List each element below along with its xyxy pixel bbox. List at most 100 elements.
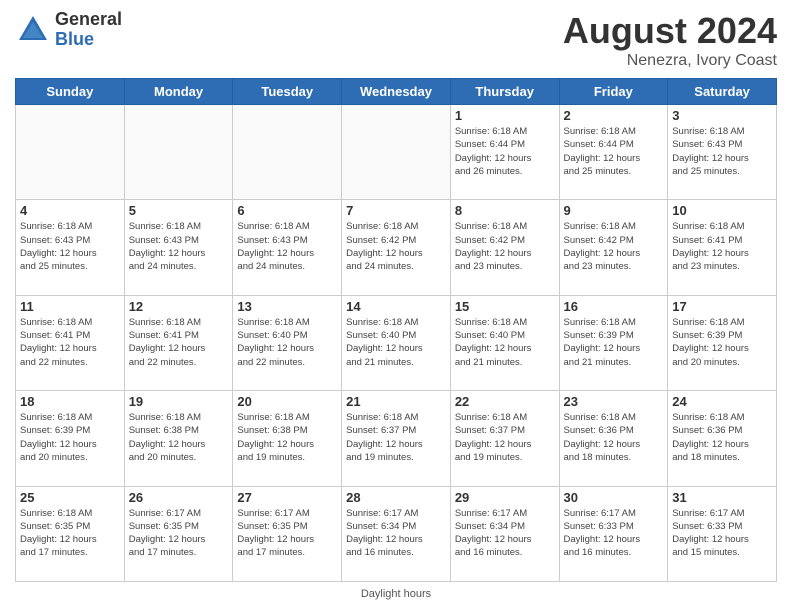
day-info: Sunrise: 6:18 AM Sunset: 6:40 PM Dayligh… [237, 316, 337, 369]
day-info: Sunrise: 6:18 AM Sunset: 6:36 PM Dayligh… [672, 411, 772, 464]
calendar-week-1: 1 Sunrise: 6:18 AM Sunset: 6:44 PM Daylig… [16, 105, 777, 200]
calendar-cell: 15 Sunrise: 6:18 AM Sunset: 6:40 PM Dayli… [450, 295, 559, 390]
day-info: Sunrise: 6:18 AM Sunset: 6:38 PM Dayligh… [129, 411, 229, 464]
calendar-cell: 21 Sunrise: 6:18 AM Sunset: 6:37 PM Dayli… [342, 391, 451, 486]
col-monday: Monday [124, 79, 233, 105]
calendar-cell: 18 Sunrise: 6:18 AM Sunset: 6:39 PM Dayli… [16, 391, 125, 486]
logo-blue-text: Blue [55, 30, 122, 50]
day-number: 30 [564, 490, 664, 505]
calendar-week-2: 4 Sunrise: 6:18 AM Sunset: 6:43 PM Daylig… [16, 200, 777, 295]
day-number: 26 [129, 490, 229, 505]
day-info: Sunrise: 6:18 AM Sunset: 6:44 PM Dayligh… [564, 125, 664, 178]
page: General Blue August 2024 Nenezra, Ivory … [0, 0, 792, 612]
calendar-cell: 31Sunrise: 6:17 AM Sunset: 6:33 PM Dayli… [668, 486, 777, 581]
calendar-cell: 25 Sunrise: 6:18 AM Sunset: 6:35 PM Dayli… [16, 486, 125, 581]
day-number: 17 [672, 299, 772, 314]
calendar-cell: 2 Sunrise: 6:18 AM Sunset: 6:44 PM Daylig… [559, 105, 668, 200]
header: General Blue August 2024 Nenezra, Ivory … [15, 10, 777, 70]
calendar-cell: 11 Sunrise: 6:18 AM Sunset: 6:41 PM Dayli… [16, 295, 125, 390]
day-info: Sunrise: 6:18 AM Sunset: 6:43 PM Dayligh… [129, 220, 229, 273]
day-info: Sunrise: 6:18 AM Sunset: 6:36 PM Dayligh… [564, 411, 664, 464]
day-info: Sunrise: 6:17 AM Sunset: 6:35 PM Dayligh… [237, 507, 337, 560]
title-month-year: August 2024 [563, 10, 777, 52]
day-info: Sunrise: 6:18 AM Sunset: 6:37 PM Dayligh… [455, 411, 555, 464]
day-number: 23 [564, 394, 664, 409]
day-number: 22 [455, 394, 555, 409]
day-info: Sunrise: 6:18 AM Sunset: 6:42 PM Dayligh… [455, 220, 555, 273]
day-number: 6 [237, 203, 337, 218]
calendar-cell [124, 105, 233, 200]
calendar-cell: 30Sunrise: 6:17 AM Sunset: 6:33 PM Dayli… [559, 486, 668, 581]
day-number: 15 [455, 299, 555, 314]
calendar-cell: 24 Sunrise: 6:18 AM Sunset: 6:36 PM Dayli… [668, 391, 777, 486]
calendar-cell: 28Sunrise: 6:17 AM Sunset: 6:34 PM Dayli… [342, 486, 451, 581]
title-block: August 2024 Nenezra, Ivory Coast [563, 10, 777, 70]
day-info: Sunrise: 6:18 AM Sunset: 6:42 PM Dayligh… [564, 220, 664, 273]
day-info: Sunrise: 6:18 AM Sunset: 6:43 PM Dayligh… [672, 125, 772, 178]
calendar-cell: 22 Sunrise: 6:18 AM Sunset: 6:37 PM Dayli… [450, 391, 559, 486]
calendar-cell: 8Sunrise: 6:18 AM Sunset: 6:42 PM Daylig… [450, 200, 559, 295]
calendar-cell: 1Sunrise: 6:18 AM Sunset: 6:44 PM Daylig… [450, 105, 559, 200]
day-info: Sunrise: 6:18 AM Sunset: 6:41 PM Dayligh… [129, 316, 229, 369]
calendar-cell: 17Sunrise: 6:18 AM Sunset: 6:39 PM Dayli… [668, 295, 777, 390]
calendar-week-4: 18 Sunrise: 6:18 AM Sunset: 6:39 PM Dayli… [16, 391, 777, 486]
day-info: Sunrise: 6:18 AM Sunset: 6:43 PM Dayligh… [237, 220, 337, 273]
day-number: 7 [346, 203, 446, 218]
col-wednesday: Wednesday [342, 79, 451, 105]
day-info: Sunrise: 6:18 AM Sunset: 6:38 PM Dayligh… [237, 411, 337, 464]
calendar-header-row: Sunday Monday Tuesday Wednesday Thursday… [16, 79, 777, 105]
day-info: Sunrise: 6:18 AM Sunset: 6:40 PM Dayligh… [455, 316, 555, 369]
col-friday: Friday [559, 79, 668, 105]
day-info: Sunrise: 6:17 AM Sunset: 6:34 PM Dayligh… [346, 507, 446, 560]
day-info: Sunrise: 6:17 AM Sunset: 6:35 PM Dayligh… [129, 507, 229, 560]
day-number: 20 [237, 394, 337, 409]
calendar-body: 1 Sunrise: 6:18 AM Sunset: 6:44 PM Daylig… [16, 105, 777, 582]
day-info: Sunrise: 6:17 AM Sunset: 6:34 PM Dayligh… [455, 507, 555, 560]
calendar-cell: 14Sunrise: 6:18 AM Sunset: 6:40 PM Dayli… [342, 295, 451, 390]
footer: Daylight hours [15, 586, 777, 602]
day-info: Sunrise: 6:18 AM Sunset: 6:39 PM Dayligh… [20, 411, 120, 464]
calendar-cell: 13 Sunrise: 6:18 AM Sunset: 6:40 PM Dayli… [233, 295, 342, 390]
day-number: 10 [672, 203, 772, 218]
day-number: 19 [129, 394, 229, 409]
calendar-cell: 19 Sunrise: 6:18 AM Sunset: 6:38 PM Dayli… [124, 391, 233, 486]
calendar-cell [342, 105, 451, 200]
day-number: 25 [20, 490, 120, 505]
day-number: 4 [20, 203, 120, 218]
calendar-cell: 23 Sunrise: 6:18 AM Sunset: 6:36 PM Dayli… [559, 391, 668, 486]
day-number: 18 [20, 394, 120, 409]
calendar-cell: 29 Sunrise: 6:17 AM Sunset: 6:34 PM Dayli… [450, 486, 559, 581]
day-info: Sunrise: 6:18 AM Sunset: 6:37 PM Dayligh… [346, 411, 446, 464]
day-info: Sunrise: 6:18 AM Sunset: 6:35 PM Dayligh… [20, 507, 120, 560]
calendar-cell: 4 Sunrise: 6:18 AM Sunset: 6:43 PM Daylig… [16, 200, 125, 295]
calendar-cell: 27 Sunrise: 6:17 AM Sunset: 6:35 PM Dayli… [233, 486, 342, 581]
calendar-cell: 20 Sunrise: 6:18 AM Sunset: 6:38 PM Dayli… [233, 391, 342, 486]
calendar-cell [233, 105, 342, 200]
day-info: Sunrise: 6:18 AM Sunset: 6:39 PM Dayligh… [564, 316, 664, 369]
day-number: 14 [346, 299, 446, 314]
day-number: 13 [237, 299, 337, 314]
calendar-cell: 3Sunrise: 6:18 AM Sunset: 6:43 PM Daylig… [668, 105, 777, 200]
calendar-cell: 7Sunrise: 6:18 AM Sunset: 6:42 PM Daylig… [342, 200, 451, 295]
title-location: Nenezra, Ivory Coast [563, 52, 777, 70]
day-number: 21 [346, 394, 446, 409]
col-thursday: Thursday [450, 79, 559, 105]
calendar-cell: 12Sunrise: 6:18 AM Sunset: 6:41 PM Dayli… [124, 295, 233, 390]
day-number: 2 [564, 108, 664, 123]
day-info: Sunrise: 6:18 AM Sunset: 6:43 PM Dayligh… [20, 220, 120, 273]
day-info: Sunrise: 6:18 AM Sunset: 6:41 PM Dayligh… [20, 316, 120, 369]
day-number: 16 [564, 299, 664, 314]
day-number: 1 [455, 108, 555, 123]
day-number: 9 [564, 203, 664, 218]
calendar-cell: 16 Sunrise: 6:18 AM Sunset: 6:39 PM Dayli… [559, 295, 668, 390]
logo-text: General Blue [55, 10, 122, 50]
logo-icon [15, 12, 51, 48]
day-number: 27 [237, 490, 337, 505]
calendar-cell: 10 Sunrise: 6:18 AM Sunset: 6:41 PM Dayli… [668, 200, 777, 295]
day-number: 24 [672, 394, 772, 409]
day-info: Sunrise: 6:18 AM Sunset: 6:41 PM Dayligh… [672, 220, 772, 273]
day-number: 11 [20, 299, 120, 314]
col-sunday: Sunday [16, 79, 125, 105]
logo-general-text: General [55, 10, 122, 30]
day-number: 29 [455, 490, 555, 505]
